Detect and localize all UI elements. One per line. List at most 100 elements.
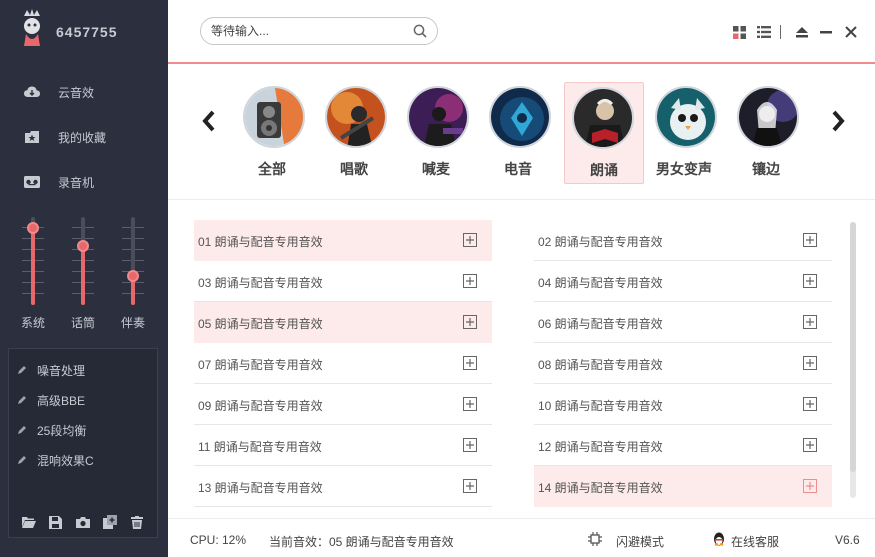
category-label: 唱歌: [340, 161, 368, 177]
list-item[interactable]: 13 朗诵与配音专用音效: [194, 466, 492, 507]
category-image-flanger: [737, 86, 799, 148]
category-flanger[interactable]: 镶边: [726, 82, 806, 184]
category-all[interactable]: 全部: [232, 82, 312, 184]
category-singing[interactable]: 唱歌: [314, 82, 394, 184]
online-service-link[interactable]: 在线客服: [731, 533, 779, 550]
list-item-label: 12 朗诵与配音专用音效: [538, 440, 663, 454]
pen-icon: [17, 395, 27, 405]
sidebar-item-label: 云音效: [58, 85, 95, 100]
user-id: 6457755: [56, 24, 118, 40]
list-item[interactable]: 11 朗诵与配音专用音效: [194, 425, 492, 466]
list-item[interactable]: 04 朗诵与配音专用音效: [534, 261, 832, 302]
list-item[interactable]: 08 朗诵与配音专用音效: [534, 343, 832, 384]
scrollbar-thumb[interactable]: [850, 222, 856, 472]
effect-item-reverb[interactable]: 混响效果C: [17, 450, 94, 470]
add-icon[interactable]: [463, 438, 477, 452]
category-mc[interactable]: 喊麦: [396, 82, 476, 184]
add-icon[interactable]: [463, 233, 477, 247]
list-item-label: 06 朗诵与配音专用音效: [538, 317, 663, 331]
list-item-label: 07 朗诵与配音专用音效: [198, 358, 323, 372]
effects-panel: 噪音处理 高级BBE 25段均衡 混响效果C: [8, 348, 158, 538]
list-item-label: 02 朗诵与配音专用音效: [538, 235, 663, 249]
search-input[interactable]: [211, 22, 401, 40]
list-item[interactable]: 09 朗诵与配音专用音效: [194, 384, 492, 425]
sidebar-item-favorites[interactable]: 我的收藏: [0, 117, 168, 157]
list-item[interactable]: 01 朗诵与配音专用音效: [194, 220, 492, 261]
open-folder-icon[interactable]: [21, 515, 36, 529]
add-icon[interactable]: [803, 274, 817, 288]
grid-view-icon[interactable]: [731, 24, 747, 40]
search-box[interactable]: [200, 17, 438, 45]
list-item[interactable]: 12 朗诵与配音专用音效: [534, 425, 832, 466]
fader-microphone[interactable]: [68, 213, 98, 305]
list-item[interactable]: 07 朗诵与配音专用音效: [194, 343, 492, 384]
search-icon[interactable]: [413, 24, 427, 38]
fader-knob[interactable]: [27, 222, 39, 234]
list-item-label: 01 朗诵与配音专用音效: [198, 235, 323, 249]
list-item[interactable]: 06 朗诵与配音专用音效: [534, 302, 832, 343]
fader-knob[interactable]: [77, 240, 89, 252]
add-icon[interactable]: [463, 274, 477, 288]
add-icon[interactable]: [803, 233, 817, 247]
fader-fill: [31, 228, 35, 305]
category-voice-change[interactable]: 男女变声: [644, 82, 724, 184]
effect-label: 25段均衡: [37, 423, 87, 438]
fader-knob[interactable]: [127, 270, 139, 282]
sidebar-item-label: 录音机: [58, 175, 95, 190]
list-item-label: 10 朗诵与配音专用音效: [538, 399, 663, 413]
list-item[interactable]: 05 朗诵与配音专用音效: [194, 302, 492, 343]
chevron-left-icon[interactable]: [201, 110, 217, 132]
add-icon[interactable]: [463, 315, 477, 329]
add-icon[interactable]: [463, 356, 477, 370]
effect-item-noise[interactable]: 噪音处理: [17, 360, 85, 380]
effect-item-eq[interactable]: 25段均衡: [17, 420, 86, 440]
current-effect: 当前音效：05 朗诵与配音专用音效: [269, 535, 454, 549]
add-icon[interactable]: [803, 315, 817, 329]
list-item[interactable]: 03 朗诵与配音专用音效: [194, 261, 492, 302]
flash-mode-button[interactable]: 闪避模式: [616, 533, 664, 550]
fader-system[interactable]: [18, 213, 48, 305]
list-item-label: 05 朗诵与配音专用音效: [198, 317, 323, 331]
camera-icon[interactable]: [75, 515, 90, 529]
list-item[interactable]: 02 朗诵与配音专用音效: [534, 220, 832, 261]
list-item-label: 11 朗诵与配音专用音效: [198, 440, 322, 454]
effects-toolbar: [9, 515, 157, 529]
category-label: 喊麦: [422, 161, 450, 177]
close-icon[interactable]: [843, 24, 859, 40]
minimize-icon[interactable]: [818, 24, 834, 40]
save-icon[interactable]: [49, 515, 63, 529]
category-image-singing: [325, 86, 387, 148]
category-recitation[interactable]: 朗诵: [564, 82, 644, 184]
fader-accompaniment[interactable]: [118, 213, 148, 305]
sidebar: 6457755 云音效 我的收藏 录音机 系统 话筒 伴奏 噪音处理 高级BBE…: [0, 0, 168, 557]
list-view-icon[interactable]: [756, 24, 772, 40]
chip-icon[interactable]: [588, 532, 602, 546]
add-icon[interactable]: [803, 438, 817, 452]
effect-item-bbe[interactable]: 高级BBE: [17, 390, 85, 410]
add-icon[interactable]: [803, 356, 817, 370]
add-icon[interactable]: [463, 397, 477, 411]
sidebar-item-cloud-effects[interactable]: 云音效: [0, 72, 168, 112]
list-item[interactable]: 10 朗诵与配音专用音效: [534, 384, 832, 425]
favorites-folder-icon: [24, 130, 40, 144]
effect-label: 高级BBE: [37, 393, 86, 408]
eject-icon[interactable]: [794, 24, 810, 40]
list-item-label: 13 朗诵与配音专用音效: [198, 481, 323, 495]
status-bar: CPU: 12% 当前音效：05 朗诵与配音专用音效 闪避模式 在线客服 V6.…: [168, 518, 875, 557]
fader-label-microphone: 话筒: [70, 316, 95, 330]
copy-add-icon[interactable]: [103, 515, 118, 529]
chevron-right-icon[interactable]: [830, 110, 846, 132]
list-item[interactable]: 14 朗诵与配音专用音效: [534, 466, 832, 507]
pen-icon: [17, 425, 27, 435]
sidebar-item-recorder[interactable]: 录音机: [0, 162, 168, 202]
qq-penguin-icon[interactable]: [712, 532, 726, 546]
add-icon[interactable]: [803, 479, 817, 493]
category-electronic[interactable]: 电音: [478, 82, 558, 184]
category-label: 镶边: [752, 161, 780, 177]
add-icon[interactable]: [803, 397, 817, 411]
add-icon[interactable]: [463, 479, 477, 493]
category-image-all: [243, 86, 305, 148]
category-label: 电音: [504, 161, 532, 177]
trash-icon[interactable]: [130, 515, 144, 529]
list-item-label: 03 朗诵与配音专用音效: [198, 276, 323, 290]
